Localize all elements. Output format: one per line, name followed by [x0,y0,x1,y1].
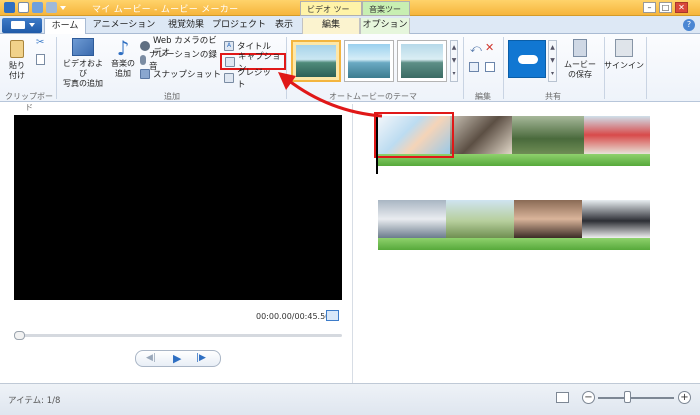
signin-button[interactable]: サインイン [604,39,644,79]
select-all-icon[interactable] [469,62,479,72]
tab-edit[interactable]: 編集 [302,18,360,34]
zoom-in-button[interactable]: + [678,391,691,404]
tab-animations[interactable]: アニメーション [88,18,160,34]
snapshot-icon [140,68,150,79]
user-icon [615,39,633,57]
file-menu-button[interactable] [2,18,42,33]
storyboard-row-2 [378,200,650,250]
clip-strip[interactable] [378,200,650,238]
add-videos-photos-label: ビデオおよび 写真の追加 [63,59,103,88]
item-count: アイテム: 1/8 [8,396,61,406]
customize-qat-icon[interactable] [60,5,66,10]
audio-track[interactable] [378,238,650,250]
copy-icon[interactable] [36,54,45,65]
app-icon [4,2,15,13]
status-bar: アイテム: 1/8 − + [0,383,700,415]
add-small-column-1: Web カメラのビデオ ナレーションの録音 スナップショット [140,36,222,80]
quick-access-toolbar [4,2,66,13]
minimize-button[interactable]: – [643,2,656,13]
cut-icon[interactable]: ✂ [36,38,46,48]
clipboard-group-label: クリップボード [5,92,53,112]
next-frame-icon[interactable]: |▶ [196,353,206,363]
tab-home[interactable]: ホーム [44,18,86,34]
save-movie-label: ムービー の保存 [564,60,596,79]
save-icon[interactable] [18,2,29,13]
zoom-out-button[interactable]: − [582,391,595,404]
paste-button[interactable]: 貼り付け [6,40,28,84]
playback-controls: ◀| ▶ |▶ [135,350,221,367]
group-divider [463,37,464,99]
theme-gallery-scroll[interactable]: ▲ ▼ ▾ [450,40,458,82]
share-group-label: 共有 [545,92,561,101]
paste-icon [10,40,24,58]
trim-icon[interactable] [485,62,495,72]
tab-visual-effects[interactable]: 視覚効果 [160,18,212,34]
add-music-button[interactable]: ♪ 音楽の 追加 [108,38,138,86]
delete-icon[interactable]: ✕ [485,41,494,54]
close-button[interactable]: ✕ [675,2,688,13]
clip-thumbnail[interactable] [446,200,514,238]
seek-bar[interactable] [14,334,342,337]
maximize-button[interactable]: □ [659,2,672,13]
ribbon-tab-row: ホーム アニメーション 視覚効果 プロジェクト 表示 編集 オプション ? [0,16,700,34]
group-divider [56,37,57,99]
annotation-arrow [278,72,383,118]
clip-thumbnail[interactable] [514,200,582,238]
onedrive-share-button[interactable] [508,40,546,78]
record-narration-button[interactable]: ナレーションの録音 [140,50,222,72]
fullscreen-icon[interactable] [326,310,339,321]
rotate-icon[interactable]: ⤺ [470,42,482,56]
zoom-slider-thumb[interactable] [624,391,631,403]
video-preview[interactable] [14,115,342,300]
undo-icon[interactable] [32,2,43,13]
previous-frame-icon[interactable]: ◀| [146,353,156,363]
clip-thumbnail[interactable] [378,200,446,238]
pane-divider [352,104,353,383]
save-movie-icon [573,39,587,57]
snapshot-button[interactable]: スナップショット [140,67,222,80]
signin-label: サインイン [604,61,644,70]
tab-options[interactable]: オプション [360,18,410,34]
cloud-icon [518,55,538,64]
paste-label: 貼り付け [9,61,25,80]
thumbnail-size-icon[interactable] [556,392,569,403]
clip-thumbnail[interactable] [450,116,512,154]
theme-thumbnail-3[interactable] [397,40,447,82]
clip-thumbnail[interactable] [584,116,650,154]
music-note-icon: ♪ [116,36,130,60]
microphone-icon [140,54,146,65]
title-bar: マイ ムービー - ムービー メーカー ビデオ ツール 音楽ツール – □ ✕ [0,0,700,25]
help-icon[interactable]: ? [683,19,695,31]
add-music-label: 音楽の 追加 [111,59,135,78]
clip-thumbnail[interactable] [512,116,584,154]
edit-group-label: 編集 [475,92,491,101]
video-tools-context-label: ビデオ ツール [300,1,362,25]
share-gallery-scroll[interactable]: ▲ ▼ ▾ [548,40,557,82]
title-icon: A [224,40,234,51]
tab-project[interactable]: プロジェクト [212,18,266,34]
film-photo-icon [72,38,94,56]
redo-icon[interactable] [46,2,57,13]
add-group-label: 追加 [164,92,180,101]
save-movie-button[interactable]: ムービー の保存 [560,39,600,87]
time-display: 00:00.00/00:45.50 [256,312,331,321]
group-divider [503,37,504,99]
clip-thumbnail[interactable] [582,200,650,238]
credits-icon [224,72,234,83]
add-videos-photos-button[interactable]: ビデオおよび 写真の追加 [60,38,106,88]
seek-thumb[interactable] [14,331,25,340]
window-title: マイ ムービー - ムービー メーカー [92,5,239,15]
caption-icon [225,56,235,67]
music-tools-context-label: 音楽ツール [362,1,410,25]
play-icon[interactable]: ▶ [173,352,181,365]
tab-view[interactable]: 表示 [266,18,302,34]
snapshot-label: スナップショット [153,69,222,80]
group-divider [646,37,647,99]
zoom-slider[interactable] [598,397,674,399]
